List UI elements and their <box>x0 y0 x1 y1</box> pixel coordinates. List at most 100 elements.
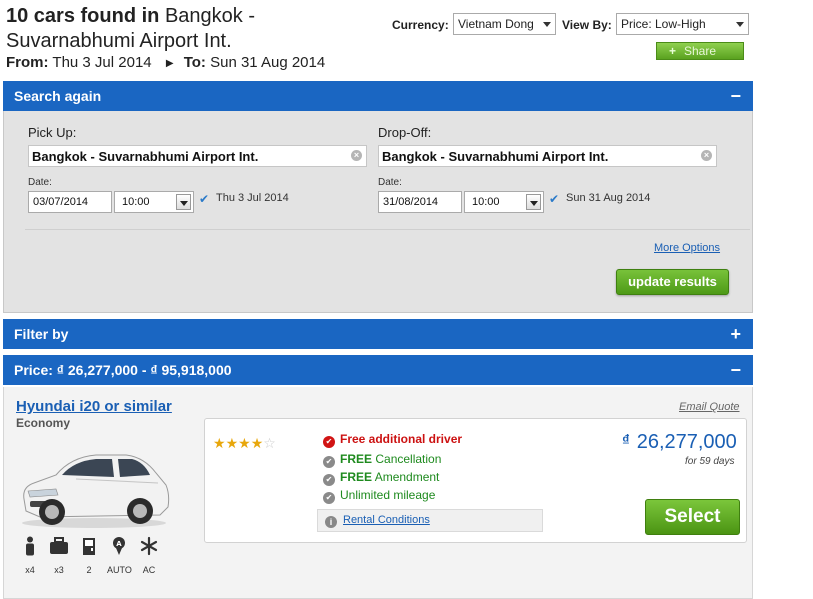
rental-conditions-link[interactable]: Rental Conditions <box>343 514 430 526</box>
rental-duration: for 59 days <box>685 456 735 467</box>
check-icon: ✔ <box>323 436 335 448</box>
price-range-title: Price: ₫ 26,277,000 - ₫ 95,918,000 <box>14 362 232 378</box>
location-line1: Bangkok - <box>164 5 255 27</box>
spec-aircon-value: AC <box>142 565 156 575</box>
star-icon: ★ <box>225 435 239 451</box>
pickup-time-select[interactable]: 10:00 <box>114 191 194 213</box>
car-name-link[interactable]: Hyundai i20 or similar <box>16 398 172 415</box>
dropoff-date-label: Date: <box>378 177 402 188</box>
share-button[interactable]: + Share <box>656 42 744 60</box>
dropoff-date-text: Sun 31 Aug 2014 <box>566 192 651 204</box>
dropoff-time-value: 10:00 <box>472 196 500 208</box>
car-specs: x4 x3 2 A AUTO AC <box>18 536 168 578</box>
dropoff-location-value: Bangkok - Suvarnabhumi Airport Int. <box>382 149 609 164</box>
trip-dates: From: Thu 3 Jul 2014 ▶ To: Sun 31 Aug 20… <box>6 54 325 71</box>
aircon-icon <box>140 536 158 556</box>
from-label: From: <box>6 54 49 71</box>
pickup-date-input[interactable]: 03/07/2014 <box>28 191 112 213</box>
update-results-button[interactable]: update results <box>616 269 729 295</box>
feature-free-cancellation-text: Cancellation <box>372 452 442 466</box>
spec-aircon: AC <box>137 536 161 575</box>
email-quote-link[interactable]: Email Quote <box>679 401 740 413</box>
rating-stars: ★★★★☆ <box>213 435 276 452</box>
results-count: 10 cars found in <box>6 5 160 27</box>
feature-free-cancellation: ✔ FREE Cancellation <box>323 452 441 468</box>
collapse-icon[interactable]: − <box>730 81 741 111</box>
chevron-down-icon <box>176 194 191 210</box>
pickup-date-label: Date: <box>28 177 52 188</box>
star-icon: ★ <box>213 435 226 451</box>
price-range-header[interactable]: Price: ₫ 26,277,000 - ₫ 95,918,000 − <box>3 355 753 385</box>
checkmark-icon: ✔ <box>549 192 560 206</box>
clear-icon[interactable]: × <box>351 150 362 161</box>
viewby-select[interactable]: Price: Low-High <box>616 13 749 35</box>
luggage-icon <box>50 537 68 554</box>
divider <box>25 229 750 230</box>
feature-free-cancellation-bold: FREE <box>340 452 373 466</box>
chevron-down-icon <box>526 194 541 210</box>
select-button[interactable]: Select <box>645 499 740 535</box>
viewby-label: View By: <box>562 18 612 32</box>
from-date: Thu 3 Jul 2014 <box>52 54 152 71</box>
filter-by-header[interactable]: Filter by + <box>3 319 753 349</box>
search-again-header[interactable]: Search again − <box>3 81 753 111</box>
price-value: 26,277,000 <box>636 431 737 453</box>
pickup-location-input[interactable]: Bangkok - Suvarnabhumi Airport Int. × <box>28 145 367 167</box>
dropoff-time-select[interactable]: 10:00 <box>464 191 544 213</box>
currency-value: Vietnam Dong <box>458 17 534 31</box>
spec-doors: 2 <box>77 536 101 575</box>
info-icon: i <box>325 516 337 528</box>
arrow-right-icon: ▶ <box>165 58 174 69</box>
star-icon: ★ <box>250 435 264 451</box>
currency-label: Currency: <box>392 18 449 32</box>
dropoff-date-input[interactable]: 31/08/2014 <box>378 191 462 213</box>
check-icon: ✔ <box>323 492 335 504</box>
car-image <box>22 454 170 528</box>
expand-icon[interactable]: + <box>730 319 741 349</box>
feature-free-driver: ✔ Free additional driver <box>323 432 462 448</box>
collapse-icon[interactable]: − <box>730 355 741 385</box>
spec-transmission-value: AUTO <box>107 565 132 575</box>
feature-unlimited-mileage: ✔ Unlimited mileage <box>323 488 435 504</box>
chevron-down-icon <box>543 22 551 27</box>
rental-conditions-bar: i Rental Conditions <box>317 509 543 532</box>
star-icon: ★ <box>238 435 251 451</box>
search-again-title: Search again <box>14 88 102 104</box>
feature-free-amendment-bold: FREE <box>340 470 373 484</box>
results-heading: 10 cars found in Bangkok - Suvarnabhumi … <box>6 4 386 54</box>
dropoff-label: Drop-Off: <box>378 125 432 140</box>
spec-passengers-value: x4 <box>25 565 35 575</box>
viewby-value: Price: Low-High <box>621 17 706 31</box>
door-icon <box>83 538 95 555</box>
check-icon: ✔ <box>323 474 335 486</box>
plus-icon: + <box>669 44 677 58</box>
feature-free-driver-text: Free additional driver <box>340 432 463 446</box>
transmission-icon: A <box>113 537 125 555</box>
pickup-label: Pick Up: <box>28 125 77 140</box>
star-empty-icon: ☆ <box>263 435 276 451</box>
chevron-down-icon <box>736 22 744 27</box>
spec-doors-value: 2 <box>86 565 92 575</box>
svg-text:A: A <box>116 540 122 548</box>
dropoff-location-input[interactable]: Bangkok - Suvarnabhumi Airport Int. × <box>378 145 717 167</box>
pickup-location-value: Bangkok - Suvarnabhumi Airport Int. <box>32 149 259 164</box>
feature-unlimited-mileage-text: Unlimited mileage <box>340 488 436 502</box>
clear-icon[interactable]: × <box>701 150 712 161</box>
to-label: To: <box>183 54 206 71</box>
spec-transmission: A AUTO <box>107 536 132 575</box>
filter-by-title: Filter by <box>14 326 69 342</box>
more-options-link[interactable]: More Options <box>654 242 720 254</box>
location-line2: Suvarnabhumi Airport Int. <box>6 30 232 52</box>
passenger-icon <box>26 536 34 556</box>
feature-free-amendment-text: Amendment <box>372 470 440 484</box>
pickup-date-text: Thu 3 Jul 2014 <box>216 192 289 204</box>
spec-luggage-value: x3 <box>54 565 64 575</box>
spec-luggage: x3 <box>47 536 71 575</box>
currency-select[interactable]: Vietnam Dong <box>453 13 556 35</box>
currency-symbol: ₫ <box>622 432 630 449</box>
checkmark-icon: ✔ <box>199 192 210 206</box>
to-date: Sun 31 Aug 2014 <box>210 54 326 71</box>
spec-passengers: x4 <box>18 536 42 575</box>
share-label: Share <box>683 44 717 58</box>
pickup-time-value: 10:00 <box>122 196 150 208</box>
